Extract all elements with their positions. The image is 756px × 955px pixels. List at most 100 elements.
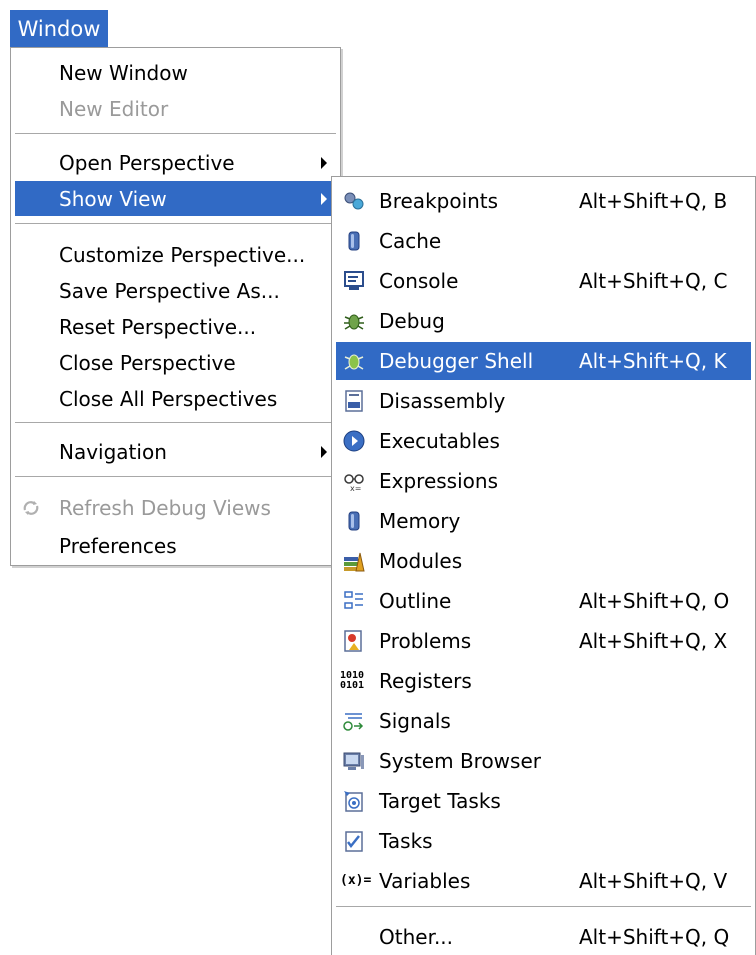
view-item-executables[interactable]: Executables (336, 422, 751, 460)
view-item-target-tasks[interactable]: Target Tasks (336, 782, 751, 820)
menu-item-label: Signals (379, 709, 451, 733)
view-item-cache[interactable]: Cache (336, 222, 751, 260)
menu-item-close-all-perspectives[interactable]: Close All Perspectives (15, 381, 336, 416)
menu-item-label: Breakpoints (379, 189, 499, 213)
target-tasks-icon (342, 789, 366, 813)
menu-item-label: Problems (379, 629, 472, 653)
window-menu-screen: Window New Window New Editor Open Perspe… (0, 0, 756, 955)
window-menu-label: Window (17, 16, 101, 41)
view-item-debugger-shell[interactable]: Debugger Shell Alt+Shift+Q, K (336, 342, 751, 380)
menu-separator (15, 133, 336, 135)
menu-item-label: Open Perspective (59, 150, 235, 175)
menu-item-label: Registers (379, 669, 472, 693)
menu-item-open-perspective[interactable]: Open Perspective (15, 145, 336, 180)
disassembly-icon (342, 389, 366, 413)
menu-item-label: Target Tasks (379, 789, 501, 813)
menu-item-label: Executables (379, 429, 500, 453)
shortcut-label: Alt+Shift+Q, Q (579, 925, 730, 949)
view-item-system-browser[interactable]: System Browser (336, 742, 751, 780)
variables-icon: (x)= (340, 873, 372, 888)
menu-item-navigation[interactable]: Navigation (15, 434, 336, 469)
registers-icon: 1010 0101 (340, 670, 365, 691)
menu-item-label: Expressions (379, 469, 498, 493)
window-menu-dropdown: New Window New Editor Open Perspective S… (10, 47, 341, 566)
menu-item-label: Disassembly (379, 389, 506, 413)
menu-item-label: Close All Perspectives (59, 386, 278, 411)
menu-item-reset-perspective[interactable]: Reset Perspective... (15, 309, 336, 344)
menu-item-label: Reset Perspective... (59, 314, 257, 339)
menu-item-show-view[interactable]: Show View (15, 181, 336, 216)
window-menu-button[interactable]: Window (10, 10, 108, 47)
shortcut-label: Alt+Shift+Q, C (579, 269, 728, 293)
console-icon (342, 269, 366, 293)
menu-item-label: Close Perspective (59, 350, 236, 375)
menu-item-label: Debug (379, 309, 445, 333)
submenu-arrow-icon (321, 192, 327, 205)
menu-item-save-perspective-as[interactable]: Save Perspective As... (15, 273, 336, 308)
menu-item-customize-perspective[interactable]: Customize Perspective... (15, 237, 336, 272)
breakpoints-icon (342, 189, 366, 213)
shortcut-label: Alt+Shift+Q, O (579, 589, 730, 613)
submenu-arrow-icon (321, 156, 327, 169)
view-item-signals[interactable]: Signals (336, 702, 751, 740)
menu-separator (15, 422, 336, 424)
cache-icon (342, 229, 366, 253)
menu-item-label: Preferences (59, 533, 177, 558)
view-item-debug[interactable]: Debug (336, 302, 751, 340)
view-item-expressions[interactable]: x= Expressions (336, 462, 751, 500)
menu-item-preferences[interactable]: Preferences (15, 528, 336, 563)
menu-item-label: Show View (59, 186, 167, 211)
modules-icon (342, 549, 366, 573)
problems-icon (342, 629, 366, 653)
menu-item-label: Other... (379, 925, 454, 949)
view-item-tasks[interactable]: Tasks (336, 822, 751, 860)
menu-item-label: Customize Perspective... (59, 242, 306, 267)
view-item-modules[interactable]: Modules (336, 542, 751, 580)
view-item-variables[interactable]: (x)= Variables Alt+Shift+Q, V (336, 862, 751, 900)
menu-item-new-window[interactable]: New Window (15, 55, 336, 90)
menu-item-close-perspective[interactable]: Close Perspective (15, 345, 336, 380)
tasks-icon (342, 829, 366, 853)
expressions-icon: x= (342, 469, 366, 493)
view-item-console[interactable]: Console Alt+Shift+Q, C (336, 262, 751, 300)
menu-item-label: Navigation (59, 439, 167, 464)
view-item-problems[interactable]: Problems Alt+Shift+Q, X (336, 622, 751, 660)
menu-separator (336, 906, 751, 908)
menu-item-label: Variables (379, 869, 471, 893)
system-browser-icon (342, 749, 366, 773)
menu-item-label: Outline (379, 589, 452, 613)
view-item-breakpoints[interactable]: Breakpoints Alt+Shift+Q, B (336, 182, 751, 220)
signals-icon (342, 709, 366, 733)
view-item-outline[interactable]: Outline Alt+Shift+Q, O (336, 582, 751, 620)
menu-item-label: Modules (379, 549, 463, 573)
menu-item-label: Console (379, 269, 459, 293)
executables-icon (342, 429, 366, 453)
menu-item-label: Tasks (379, 829, 433, 853)
menu-item-label: Cache (379, 229, 442, 253)
memory-icon (342, 509, 366, 533)
outline-icon (342, 589, 366, 613)
view-item-other[interactable]: Other... Alt+Shift+Q, Q (336, 918, 751, 955)
debug-icon (342, 309, 366, 333)
show-view-submenu: Breakpoints Alt+Shift+Q, B Cache Console… (331, 176, 756, 955)
menu-separator (15, 223, 336, 225)
svg-text:x=: x= (350, 484, 361, 493)
menu-item-label: New Window (59, 60, 188, 85)
shortcut-label: Alt+Shift+Q, X (579, 629, 728, 653)
menu-item-label: Save Perspective As... (59, 278, 280, 303)
menu-item-new-editor: New Editor (15, 91, 336, 126)
submenu-arrow-icon (321, 445, 327, 458)
view-item-registers[interactable]: 1010 0101 Registers (336, 662, 751, 700)
shortcut-label: Alt+Shift+Q, V (579, 869, 728, 893)
view-item-disassembly[interactable]: Disassembly (336, 382, 751, 420)
menu-item-label: Debugger Shell (379, 349, 534, 373)
debugger-shell-icon (342, 349, 366, 373)
menu-item-label: Refresh Debug Views (59, 495, 271, 520)
menu-item-label: Memory (379, 509, 461, 533)
view-item-memory[interactable]: Memory (336, 502, 751, 540)
menu-item-label: New Editor (59, 96, 169, 121)
menu-item-label: System Browser (379, 749, 541, 773)
shortcut-label: Alt+Shift+Q, B (579, 189, 728, 213)
menu-item-refresh-debug-views: Refresh Debug Views (15, 490, 336, 525)
refresh-icon (19, 496, 43, 520)
